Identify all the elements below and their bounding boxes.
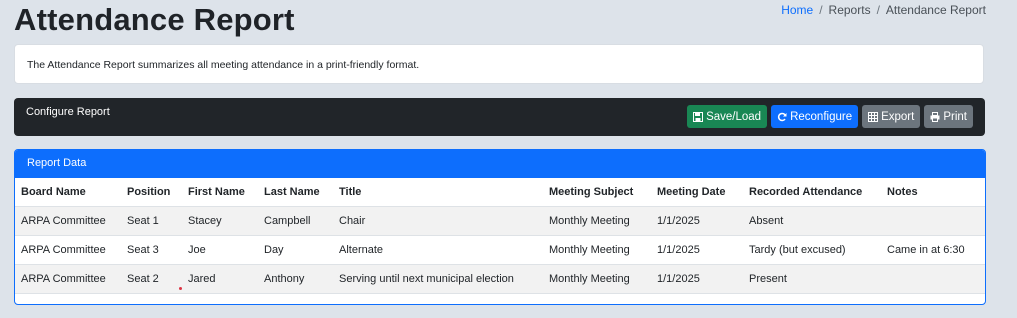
cell-last-name: Day: [258, 235, 333, 265]
table-icon: [868, 111, 879, 122]
cell-notes: Came in at 6:30: [881, 235, 985, 265]
breadcrumb-separator: /: [819, 3, 823, 17]
breadcrumb-separator: /: [876, 3, 880, 17]
reconfigure-button[interactable]: Reconfigure: [771, 105, 859, 128]
table-row: ARPA Committee Seat 1 Stacey Campbell Ch…: [15, 206, 985, 236]
cell-position: Seat 2: [121, 264, 182, 294]
cell-recorded-attendance: Present: [743, 264, 881, 294]
export-label: Export: [881, 110, 915, 123]
table-row: ARPA Committee Seat 3 Joe Day Alternate …: [15, 235, 985, 265]
cell-meeting-date: 1/1/2025: [651, 206, 743, 236]
column-header-meeting-subject: Meeting Subject: [543, 178, 651, 207]
cell-first-name: Joe: [182, 235, 258, 265]
print-label: Print: [943, 110, 967, 123]
column-header-first-name: First Name: [182, 178, 258, 207]
page-title: Attendance Report: [14, 2, 295, 37]
reconfigure-label: Reconfigure: [790, 110, 853, 123]
cell-title: Alternate: [333, 235, 543, 265]
cell-meeting-subject: Monthly Meeting: [543, 235, 651, 265]
configure-report-title: Configure Report: [26, 106, 110, 118]
cell-last-name: Campbell: [258, 206, 333, 236]
description-card: The Attendance Report summarizes all mee…: [14, 44, 984, 84]
cell-title: Chair: [333, 206, 543, 236]
column-header-board-name: Board Name: [15, 178, 121, 207]
cell-recorded-attendance: Absent: [743, 206, 881, 236]
breadcrumb-current: Attendance Report: [885, 3, 986, 17]
column-header-meeting-date: Meeting Date: [651, 178, 743, 207]
column-header-title: Title: [333, 178, 543, 207]
cell-board-name: ARPA Committee: [15, 235, 121, 265]
cell-notes: [881, 264, 985, 294]
cell-title: Serving until next municipal election: [333, 264, 543, 294]
floppy-disk-icon: [693, 111, 704, 122]
cell-recorded-attendance: Tardy (but excused): [743, 235, 881, 265]
breadcrumb: Home / Reports / Attendance Report: [781, 3, 986, 17]
print-button[interactable]: Print: [924, 105, 973, 128]
column-header-position: Position: [121, 178, 182, 207]
cell-meeting-date: 1/1/2025: [651, 264, 743, 294]
cell-first-name: Jared: [182, 264, 258, 294]
cell-board-name: ARPA Committee: [15, 264, 121, 294]
cell-position: Seat 1: [121, 206, 182, 236]
printer-icon: [930, 111, 940, 122]
breadcrumb-home-link[interactable]: Home: [781, 3, 813, 17]
cell-first-name: Stacey: [182, 206, 258, 236]
description-text: The Attendance Report summarizes all mee…: [27, 59, 420, 71]
column-header-last-name: Last Name: [258, 178, 333, 207]
column-header-recorded-attendance: Recorded Attendance: [743, 178, 881, 207]
save-load-label: Save/Load: [706, 110, 762, 123]
export-button[interactable]: Export: [862, 105, 921, 128]
cursor-marker: [179, 287, 182, 290]
save-load-button[interactable]: Save/Load: [687, 105, 768, 128]
report-actions: Save/Load Reconfigure Export Print: [687, 105, 973, 128]
configure-report-bar: Configure Report Save/Load Reconfigure E…: [14, 98, 985, 136]
cell-meeting-subject: Monthly Meeting: [543, 206, 651, 236]
table-row: ARPA Committee Seat 2 Jared Anthony Serv…: [15, 264, 985, 294]
refresh-icon: [777, 112, 787, 122]
breadcrumb-reports: Reports: [828, 3, 871, 17]
cell-meeting-subject: Monthly Meeting: [543, 264, 651, 294]
cell-board-name: ARPA Committee: [15, 206, 121, 236]
cell-position: Seat 3: [121, 235, 182, 265]
cell-last-name: Anthony: [258, 264, 333, 294]
cell-notes: [881, 206, 985, 236]
cell-meeting-date: 1/1/2025: [651, 235, 743, 265]
report-data-card: Report Data Board Name Position First Na…: [14, 149, 986, 305]
report-table: Board Name Position First Name Last Name…: [15, 178, 985, 294]
table-header-row: Board Name Position First Name Last Name…: [15, 178, 985, 207]
report-data-header: Report Data: [15, 150, 985, 178]
column-header-notes: Notes: [881, 178, 985, 207]
